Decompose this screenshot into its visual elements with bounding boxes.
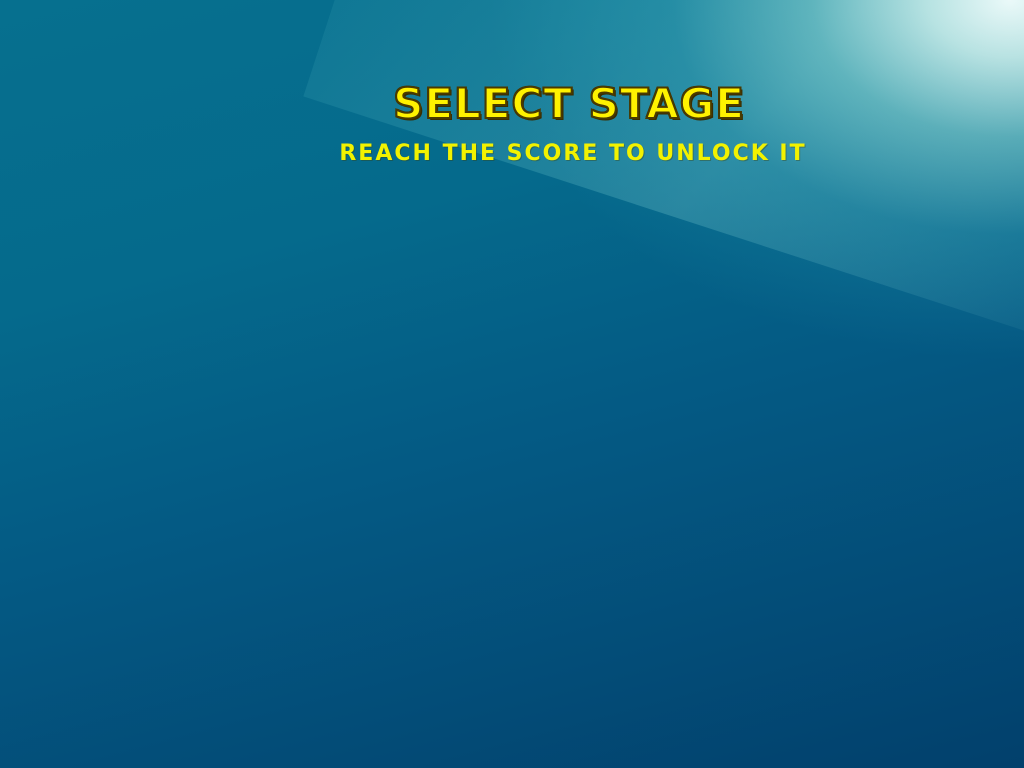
underwater-background: SELECT STAGE REACH THE SCORE TO UNLOCK I… [0, 0, 1024, 768]
select-stage-title: SELECT STAGE [392, 78, 745, 129]
unlock-instruction-subtitle: REACH THE SCORE TO UNLOCK IT [339, 141, 807, 166]
sun-light-ray [303, 0, 1024, 375]
